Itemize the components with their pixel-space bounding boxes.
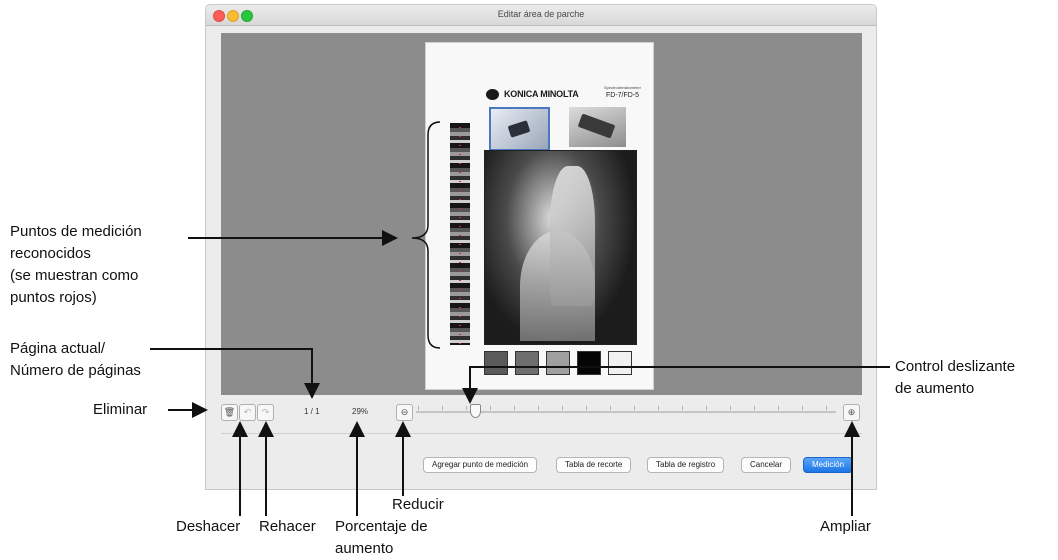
callout-delete: Eliminar — [93, 401, 148, 418]
callout-line: puntos rojos) — [10, 289, 97, 306]
callout-line: Control deslizante — [895, 358, 1016, 375]
callout-undo: Deshacer — [176, 518, 241, 535]
callout-zoom-percent: Porcentaje de aumento — [335, 516, 428, 560]
callout-line: reconocidos — [10, 245, 91, 262]
callout-line: Porcentaje de — [335, 518, 428, 535]
callout-line: aumento — [335, 540, 394, 557]
callout-line: Número de páginas — [10, 362, 141, 379]
callout-arrows — [150, 121, 890, 516]
callout-recognized-points: Puntos de medición reconocidos (se muest… — [10, 221, 142, 309]
callout-line: de aumento — [895, 380, 975, 397]
callout-line: (se muestran como — [10, 267, 139, 284]
callout-zoom-slider: Control deslizante de aumento — [895, 356, 1015, 400]
callout-redo: Rehacer — [259, 518, 316, 535]
callout-line: Puntos de medición — [10, 223, 142, 240]
callout-zoom-in: Ampliar — [820, 518, 871, 535]
callout-zoom-out: Reducir — [392, 496, 444, 513]
callout-line: Página actual/ — [10, 340, 106, 357]
callout-current-page: Página actual/ Número de páginas — [10, 338, 141, 382]
